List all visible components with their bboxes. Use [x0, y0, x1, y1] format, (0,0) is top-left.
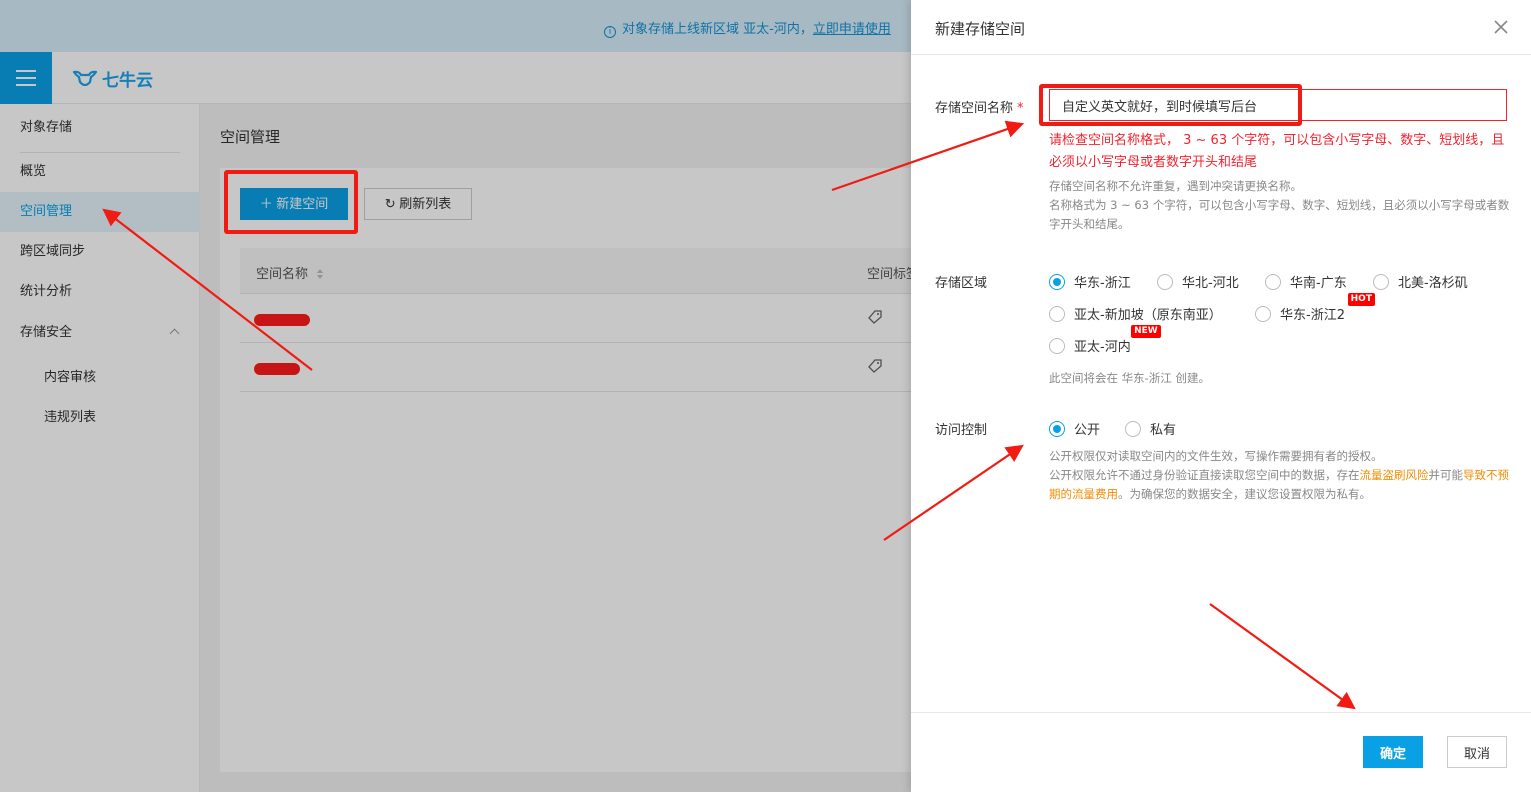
radio-icon — [1125, 420, 1141, 437]
radio-icon — [1255, 305, 1271, 322]
hot-badge: HOT — [1347, 293, 1375, 306]
radio-checked-icon — [1049, 273, 1065, 290]
bucket-name-label: 存储空间名称 * — [935, 97, 1024, 116]
radio-icon — [1049, 305, 1065, 322]
confirm-button[interactable]: 确定 — [1363, 736, 1423, 768]
region-radio-ap-singapore[interactable]: 亚太-新加坡（原东南亚） — [1049, 304, 1222, 323]
annotation-highlight-new-button — [224, 170, 358, 234]
region-option-label: 华东-浙江 — [1074, 276, 1131, 291]
access-option-label: 公开 — [1074, 423, 1101, 438]
bucket-name-error: 请检查空间名称格式， 3 ~ 63 个字符，可以包含小写字母、数字、短划线，且必… — [1049, 133, 1505, 170]
bucket-name-help-2: 名称格式为 3 ~ 63 个字符，可以包含小写字母、数字、短划线，且必须以小写字… — [1049, 198, 1510, 231]
region-option-label: 亚太-河内 — [1074, 340, 1131, 355]
region-option-label: 亚太-新加坡（原东南亚） — [1074, 308, 1222, 323]
region-radio-na-los-angeles[interactable]: 北美-洛杉矶 — [1373, 272, 1468, 291]
modal-overlay[interactable] — [0, 0, 911, 792]
access-help-warning: 流量盗刷风险 — [1359, 468, 1429, 482]
drawer-divider — [911, 54, 1531, 55]
radio-icon — [1265, 273, 1281, 290]
close-icon[interactable] — [1492, 18, 1510, 36]
access-help-text: 并可能 — [1428, 468, 1464, 482]
drawer-footer-divider — [911, 712, 1531, 713]
radio-checked-icon — [1049, 420, 1065, 437]
region-option-label: 华北-河北 — [1182, 276, 1239, 291]
region-radio-north-hebei[interactable]: 华北-河北 — [1157, 272, 1239, 291]
access-help-text: 公开权限允许不通过身份验证直接读取您空间中的数据，存在 — [1049, 468, 1360, 482]
radio-icon — [1373, 273, 1389, 290]
region-radio-east-zhejiang-2[interactable]: 华东-浙江2 HOT — [1255, 293, 1375, 323]
region-note: 此空间将会在 华东-浙江 创建。 — [1049, 371, 1210, 385]
cancel-button[interactable]: 取消 — [1447, 736, 1507, 768]
radio-icon — [1157, 273, 1173, 290]
bucket-name-help-1: 存储空间名称不允许重复，遇到冲突请更换名称。 — [1049, 179, 1302, 193]
new-badge: NEW — [1131, 325, 1161, 338]
create-bucket-drawer: 新建存储空间 存储空间名称* 请检查空间名称格式， 3 ~ 63 个字符，可以包… — [911, 0, 1531, 792]
access-control-label: 访问控制 — [935, 423, 988, 438]
region-option-label: 华东-浙江2 — [1280, 308, 1345, 323]
access-radio-public[interactable]: 公开 — [1049, 419, 1100, 438]
radio-icon — [1049, 337, 1065, 354]
region-radio-south-guangdong[interactable]: 华南-广东 — [1265, 272, 1347, 291]
region-radio-east-zhejiang[interactable]: 华东-浙江 — [1049, 272, 1131, 291]
annotation-highlight-name-input — [1039, 84, 1302, 126]
region-option-label: 北美-洛杉矶 — [1398, 276, 1468, 291]
access-option-label: 私有 — [1150, 423, 1177, 438]
access-help-2: 公开权限允许不通过身份验证直接读取您空间中的数据，存在流量盗刷风险并可能导致不预… — [1049, 466, 1511, 504]
bucket-name-label-text: 存储空间名称 — [935, 101, 1014, 116]
drawer-title: 新建存储空间 — [935, 20, 1026, 38]
access-radio-private[interactable]: 私有 — [1125, 419, 1176, 438]
region-label: 存储区域 — [935, 276, 988, 291]
access-help-text: 。为确保您的数据安全，建议您设置权限为私有。 — [1118, 487, 1371, 501]
region-option-label: 华南-广东 — [1290, 276, 1347, 291]
access-help-1: 公开权限仅对读取空间内的文件生效，写操作需要拥有者的授权。 — [1049, 449, 1383, 463]
required-mark: * — [1017, 101, 1024, 116]
region-radio-ap-hanoi[interactable]: 亚太-河内 NEW — [1049, 325, 1161, 355]
